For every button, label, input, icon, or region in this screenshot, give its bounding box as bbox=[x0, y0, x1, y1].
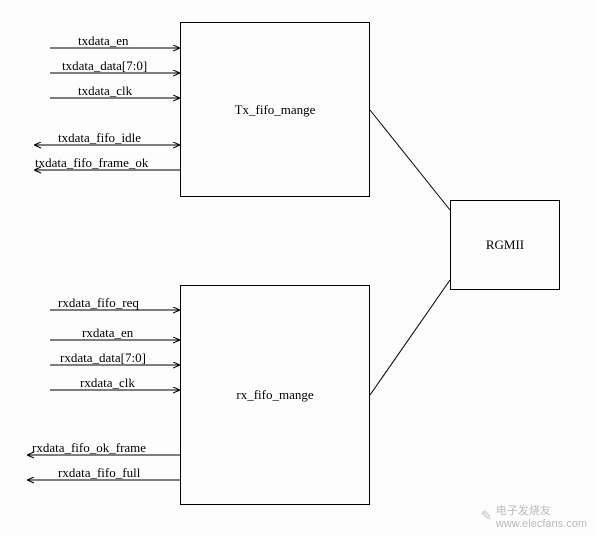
signal-rxdata-clk: rxdata_clk bbox=[80, 375, 135, 391]
rgmii-label: RGMII bbox=[486, 237, 524, 253]
signal-rxdata-en: rxdata_en bbox=[82, 325, 133, 341]
watermark-icon: ✎ bbox=[481, 508, 492, 524]
signal-txdata-en: txdata_en bbox=[78, 33, 129, 49]
tx-fifo-label: Tx_fifo_mange bbox=[235, 102, 316, 118]
signal-rxdata-fifo-full: rxdata_fifo_full bbox=[58, 465, 140, 481]
block-diagram: Tx_fifo_mange rx_fifo_mange RGMII txdata… bbox=[0, 0, 595, 536]
watermark: ✎ 电子发烧友 www.elecfans.com bbox=[481, 502, 587, 530]
signal-txdata-fifo-frame-ok: txdata_fifo_frame_ok bbox=[35, 155, 148, 171]
rx-fifo-block: rx_fifo_mange bbox=[180, 285, 370, 505]
watermark-brand: 电子发烧友 bbox=[496, 505, 551, 517]
signal-rxdata-fifo-ok-frame: rxdata_fifo_ok_frame bbox=[32, 440, 146, 456]
signal-txdata-data: txdata_data[7:0] bbox=[62, 58, 147, 74]
signal-rxdata-data: rxdata_data[7:0] bbox=[60, 350, 146, 366]
watermark-url: www.elecfans.com bbox=[496, 518, 587, 530]
tx-fifo-block: Tx_fifo_mange bbox=[180, 22, 370, 197]
signal-txdata-fifo-idle: txdata_fifo_idle bbox=[58, 130, 141, 146]
signal-rxdata-fifo-req: rxdata_fifo_req bbox=[58, 295, 139, 311]
signal-txdata-clk: txdata_clk bbox=[78, 83, 132, 99]
rx-fifo-label: rx_fifo_mange bbox=[236, 387, 313, 403]
rgmii-block: RGMII bbox=[450, 200, 560, 290]
